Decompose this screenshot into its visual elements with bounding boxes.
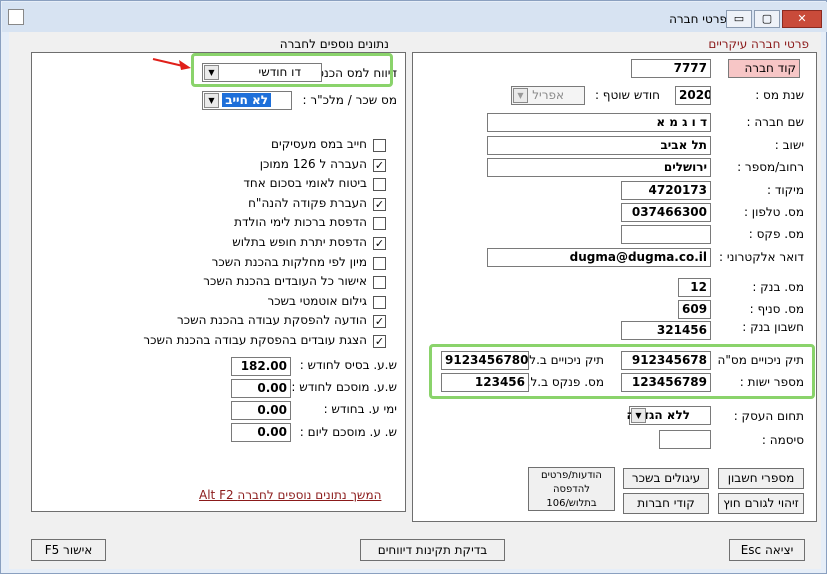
current-month-label: חודש שוטף : [594, 88, 660, 102]
checkbox-label-1: העברה ל 126 ממוכן [259, 156, 367, 171]
checkbox-label-2: ביטוח לאומי בסכום אחד [243, 176, 367, 191]
more-data-link[interactable]: Alt F2 המשך נתונים נוספים לחברה [199, 488, 381, 502]
checkbox-1[interactable]: ✓ [373, 158, 386, 172]
base-hours-field[interactable]: 182.00 [231, 357, 291, 376]
exit-button[interactable]: יציאה Esc [729, 539, 805, 561]
checkbox-label-5: הדפסת יתרת חופש בתלוש [232, 235, 367, 249]
company-name-label: שם חברה : [746, 115, 804, 129]
checkbox-0[interactable] [373, 139, 386, 152]
tax-year-field[interactable]: 2020 [675, 86, 711, 105]
checkbox-label-9: הודעה להפסקת עבודה בהכנת השכר [177, 313, 367, 328]
work-days-label: ימי ע. בחודש : [323, 402, 397, 416]
current-month-value: אפריל [532, 88, 564, 102]
checkbox-5[interactable]: ✓ [373, 237, 386, 250]
email-field[interactable]: dugma@dugma.co.il [487, 248, 711, 267]
fax-field[interactable] [621, 225, 711, 244]
email-label: דואר אלקטרוני : [719, 250, 804, 264]
check-reports-button[interactable]: בדיקת תקינות דיווחים [360, 539, 505, 561]
fax-label: מס. פקס : [748, 227, 804, 241]
chevron-down-icon[interactable]: ▼ [631, 408, 646, 423]
wage-tax-label: מס שכר / מלכ"ר : [302, 93, 397, 107]
wage-tax-value: לא חייב [222, 93, 271, 107]
checkbox-3[interactable]: ✓ [373, 197, 386, 211]
main-window: פרטי חברה ▭ ▢ ✕ פרטי חברה עיקריים קוד חב… [0, 0, 827, 574]
chevron-down-icon[interactable]: ▼ [204, 93, 219, 108]
account-label: חשבון בנק : [742, 320, 804, 334]
zip-field[interactable]: 4720173 [621, 181, 711, 200]
checkbox-8[interactable] [373, 295, 386, 309]
city-label: ישוב : [774, 138, 804, 152]
highlight-box-tax-files [429, 344, 815, 399]
daily-hours-field[interactable]: 0.00 [231, 423, 291, 442]
zip-label: מיקוד : [766, 183, 804, 197]
company-code-field[interactable]: 7777 [631, 59, 711, 78]
right-panel: קוד חברה 7777 שנת מס : 2020 חודש שוטף : … [412, 52, 817, 522]
company-code-label: קוד חברה [728, 59, 800, 78]
checkbox-10[interactable]: ✓ [373, 335, 386, 348]
phone-label: מס. טלפון : [743, 205, 804, 219]
title-bar: פרטי חברה ▭ ▢ ✕ [2, 2, 827, 32]
highlight-box-income-report [191, 53, 393, 87]
daily-hours-label: ש. ע. מוסכם ליום : [299, 425, 397, 439]
minimize-button[interactable]: ▭ [726, 10, 752, 28]
arrow-indicator [151, 57, 193, 74]
checkbox-label-3: העברת פקודה להנה"ח [248, 195, 367, 210]
left-panel: דיווח למס הכנסה : דו חודשי ▼ מס שכר / מל… [31, 52, 406, 512]
wage-tax-combo[interactable]: לא חייב ▼ [202, 91, 292, 110]
phone-field[interactable]: 037466300 [621, 203, 711, 222]
current-month-combo: אפריל ▼ [511, 86, 585, 105]
bank-field[interactable]: 12 [678, 278, 711, 297]
checkbox-4[interactable] [373, 217, 386, 231]
close-button[interactable]: ✕ [782, 10, 822, 28]
street-label: רחוב/מספר : [737, 160, 804, 174]
account-field[interactable]: 321456 [621, 321, 711, 340]
rounding-button[interactable]: עיגולים בשכר [623, 468, 709, 489]
work-days-field[interactable]: 0.00 [231, 401, 291, 420]
app-icon [8, 9, 24, 25]
street-field[interactable]: ירושלים [487, 158, 711, 177]
company-name-field[interactable]: ד ו ג מ א [487, 113, 711, 132]
city-field[interactable]: תל אביב [487, 136, 711, 155]
chevron-down-icon: ▼ [513, 88, 528, 103]
base-hours-label: ש.ע. בסיס לחודש : [299, 358, 397, 372]
right-section-title: פרטי חברה עיקריים [708, 37, 809, 51]
accounts-button[interactable]: מספרי חשבון [718, 468, 804, 489]
notices-button[interactable]: הודעות/פרטים להדפסה בתלוש/106 [528, 467, 615, 511]
branch-field[interactable]: 609 [678, 300, 711, 319]
password-field[interactable] [659, 430, 711, 449]
checkbox-label-4: הדפסת ברכות לימי הולדת [234, 215, 367, 230]
checkbox-6[interactable] [373, 256, 386, 270]
tax-year-label: שנת מס : [755, 88, 804, 102]
left-section-title: נתונים נוספים לחברה [279, 37, 389, 51]
client-area: פרטי חברה עיקריים קוד חברה 7777 שנת מס :… [9, 32, 821, 569]
checkbox-label-7: אישור כל העובדים בהכנת השכר [203, 274, 367, 289]
checkbox-label-10: הצגת עובדים בהפסקת עבודה בהכנת השכר [143, 333, 367, 347]
checkbox-2[interactable] [373, 178, 386, 192]
checkbox-label-8: גילום אוטמטי בשכר [267, 293, 367, 308]
business-field-combo[interactable]: ללא הגדרה ▼ [626, 406, 711, 425]
checkbox-7[interactable] [373, 276, 386, 290]
business-field-label: תחום העסק : [733, 409, 804, 423]
bank-label: מס. בנק : [752, 280, 804, 294]
password-label: סיסמה : [761, 433, 804, 447]
checkbox-label-0: חייב במס מעסיקים [271, 137, 367, 151]
agreed-hours-label: ש.ע. מוסכם לחודש : [291, 380, 397, 394]
checkbox-9[interactable]: ✓ [373, 315, 386, 329]
restore-button[interactable]: ▢ [754, 10, 780, 28]
branch-label: מס. סניף : [749, 302, 804, 316]
ok-button[interactable]: אישור F5 [31, 539, 106, 561]
external-id-button[interactable]: זיהוי לגורם חוץ [718, 493, 804, 514]
company-codes-button[interactable]: קודי חברות [623, 493, 709, 514]
checkbox-label-6: מיון לפי מחלקות בהכנת השכר [211, 254, 367, 269]
window-title: פרטי חברה [669, 12, 727, 26]
agreed-hours-field[interactable]: 0.00 [231, 379, 291, 398]
